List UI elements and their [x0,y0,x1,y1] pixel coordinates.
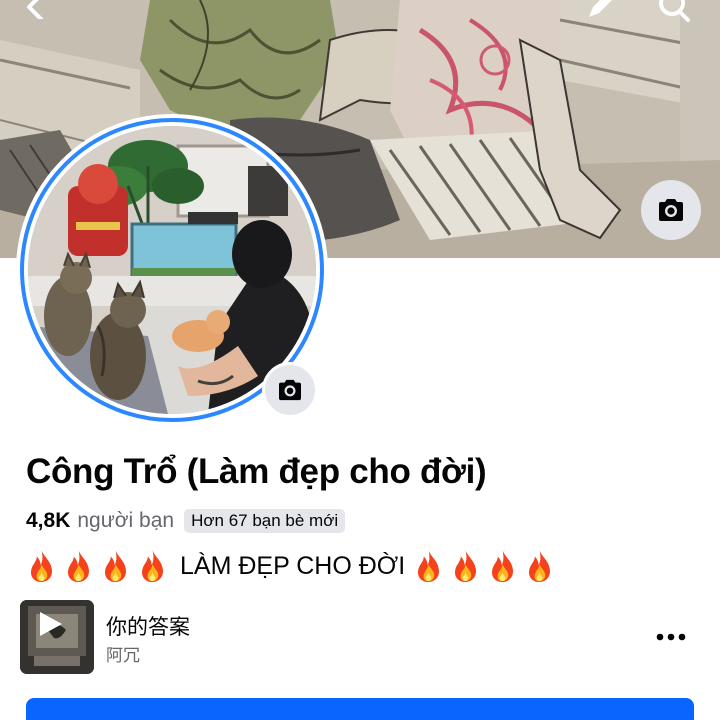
profile-bio: LÀM ĐẸP CHO ĐỜI [26,546,561,586]
chevron-left-icon[interactable] [16,0,56,26]
profile-name: Công Trổ (Làm đẹp cho đời) [26,452,487,491]
camera-icon [279,379,301,401]
fire-icon [418,549,440,583]
flame-group-left [26,549,174,583]
fire-icon [141,549,163,583]
fire-icon [104,549,126,583]
cover-camera-button[interactable] [641,180,701,240]
bio-text: LÀM ĐẸP CHO ĐỜI [180,551,406,580]
fire-icon [492,549,514,583]
friend-label: người bạn [77,509,175,532]
ellipsis-icon[interactable] [648,620,694,654]
fire-icon [67,549,89,583]
song-title: 你的答案 [106,616,190,639]
camera-icon [659,199,683,221]
music-thumbnail[interactable] [20,600,94,674]
fire-icon [529,549,551,583]
pencil-icon[interactable] [580,0,620,26]
avatar-camera-button[interactable] [262,362,318,418]
fire-icon [30,549,52,583]
song-artist: 阿冗 [106,646,140,665]
flame-group-right [413,549,561,583]
profile-music[interactable]: 你的答案 阿冗 [20,600,700,674]
friends-summary[interactable]: 4,8K người bạn Hơn 67 bạn bè mới [26,506,346,536]
fire-icon [455,549,477,583]
search-icon[interactable] [654,0,694,26]
new-friends-badge: Hơn 67 bạn bè mới [184,509,346,533]
primary-action-button[interactable] [26,698,694,720]
friend-count: 4,8K [26,509,71,532]
